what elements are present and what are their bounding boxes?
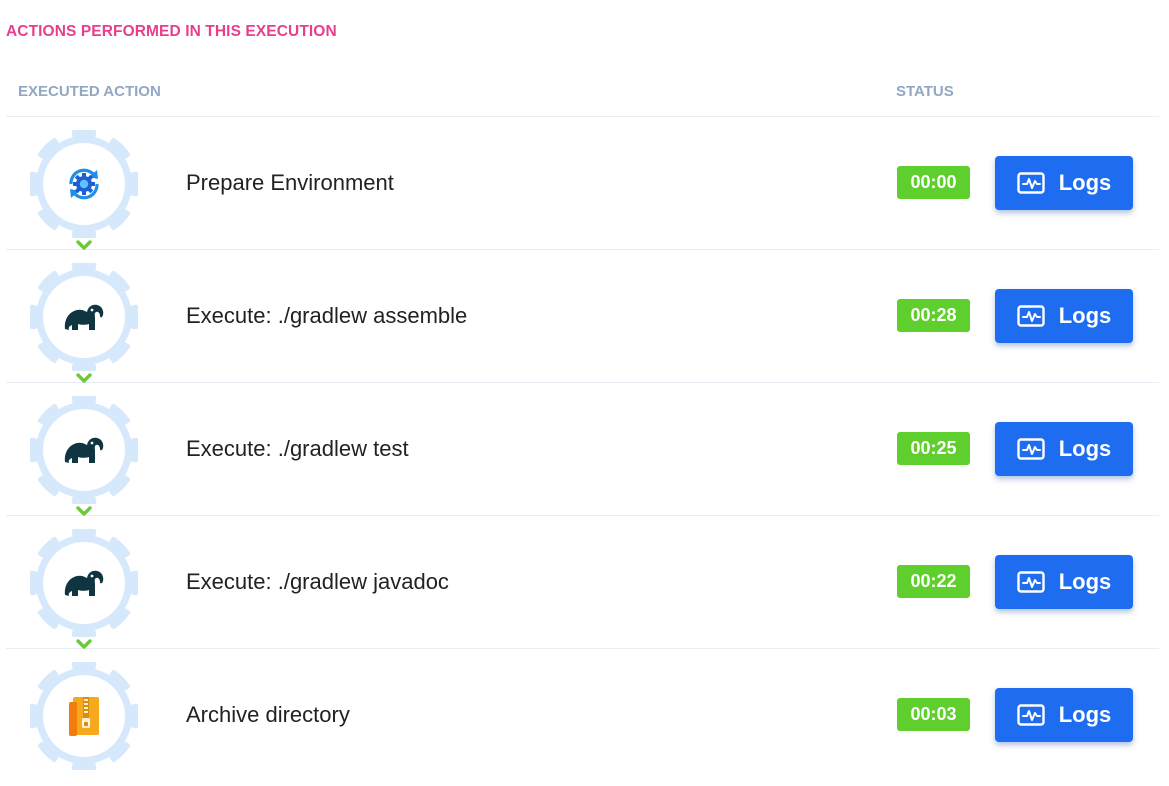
logs-button[interactable]: Logs bbox=[995, 688, 1133, 742]
activity-monitor-icon bbox=[1017, 172, 1045, 194]
chevron-down-icon bbox=[76, 639, 92, 649]
action-label: Execute: ./gradlew assemble bbox=[186, 303, 468, 328]
logs-button[interactable]: Logs bbox=[995, 422, 1133, 476]
action-row: Prepare Environment 00:00 Logs bbox=[6, 117, 1159, 250]
activity-monitor-icon bbox=[1017, 438, 1045, 460]
logs-button[interactable]: Logs bbox=[995, 555, 1133, 609]
status-badge: 00:03 bbox=[897, 698, 970, 731]
action-label: Execute: ./gradlew javadoc bbox=[186, 569, 449, 594]
gear-badge bbox=[30, 662, 138, 770]
logs-button[interactable]: Logs bbox=[995, 289, 1133, 343]
status-badge: 00:25 bbox=[897, 432, 970, 465]
action-row: Execute: ./gradlew assemble 00:28 Logs bbox=[6, 240, 1159, 383]
chevron-down-icon bbox=[76, 240, 92, 250]
gear-badge bbox=[30, 263, 138, 371]
action-label: Execute: ./gradlew test bbox=[186, 436, 409, 461]
logs-button-label: Logs bbox=[1058, 170, 1112, 195]
activity-monitor-icon bbox=[1017, 704, 1045, 726]
activity-monitor-icon bbox=[1017, 305, 1045, 327]
activity-monitor-icon bbox=[1017, 571, 1045, 593]
settings-sync-icon bbox=[60, 160, 108, 208]
action-row: Execute: ./gradlew test 00:25 Logs bbox=[6, 373, 1159, 516]
logs-button[interactable]: Logs bbox=[995, 156, 1133, 210]
logs-button-label: Logs bbox=[1058, 702, 1112, 727]
action-row: Execute: ./gradlew javadoc 00:22 Logs bbox=[6, 506, 1159, 649]
status-badge: 00:00 bbox=[897, 166, 970, 199]
action-label: Archive directory bbox=[186, 702, 350, 727]
actions-list: Prepare Environment 00:00 Logs Execute: … bbox=[6, 117, 1159, 781]
section-title: ACTIONS PERFORMED IN THIS EXECUTION bbox=[6, 23, 337, 40]
chevron-down-icon bbox=[76, 373, 92, 383]
logs-button-label: Logs bbox=[1058, 569, 1112, 594]
column-header-status: STATUS bbox=[896, 83, 954, 100]
status-badge: 00:28 bbox=[897, 299, 970, 332]
action-row: Archive directory 00:03 Logs bbox=[6, 639, 1159, 781]
gear-badge bbox=[30, 130, 138, 238]
gradle-elephant-icon bbox=[60, 559, 108, 607]
gradle-elephant-icon bbox=[60, 293, 108, 341]
gear-badge bbox=[30, 396, 138, 504]
archive-zip-icon bbox=[60, 692, 108, 740]
gradle-elephant-icon bbox=[60, 426, 108, 474]
logs-button-label: Logs bbox=[1058, 303, 1112, 328]
logs-button-label: Logs bbox=[1058, 436, 1112, 461]
column-header-executed-action: EXECUTED ACTION bbox=[18, 83, 161, 100]
actions-panel: ACTIONS PERFORMED IN THIS EXECUTION EXEC… bbox=[0, 0, 1169, 786]
status-badge: 00:22 bbox=[897, 565, 970, 598]
action-label: Prepare Environment bbox=[186, 170, 394, 195]
gear-badge bbox=[30, 529, 138, 637]
chevron-down-icon bbox=[76, 506, 92, 516]
